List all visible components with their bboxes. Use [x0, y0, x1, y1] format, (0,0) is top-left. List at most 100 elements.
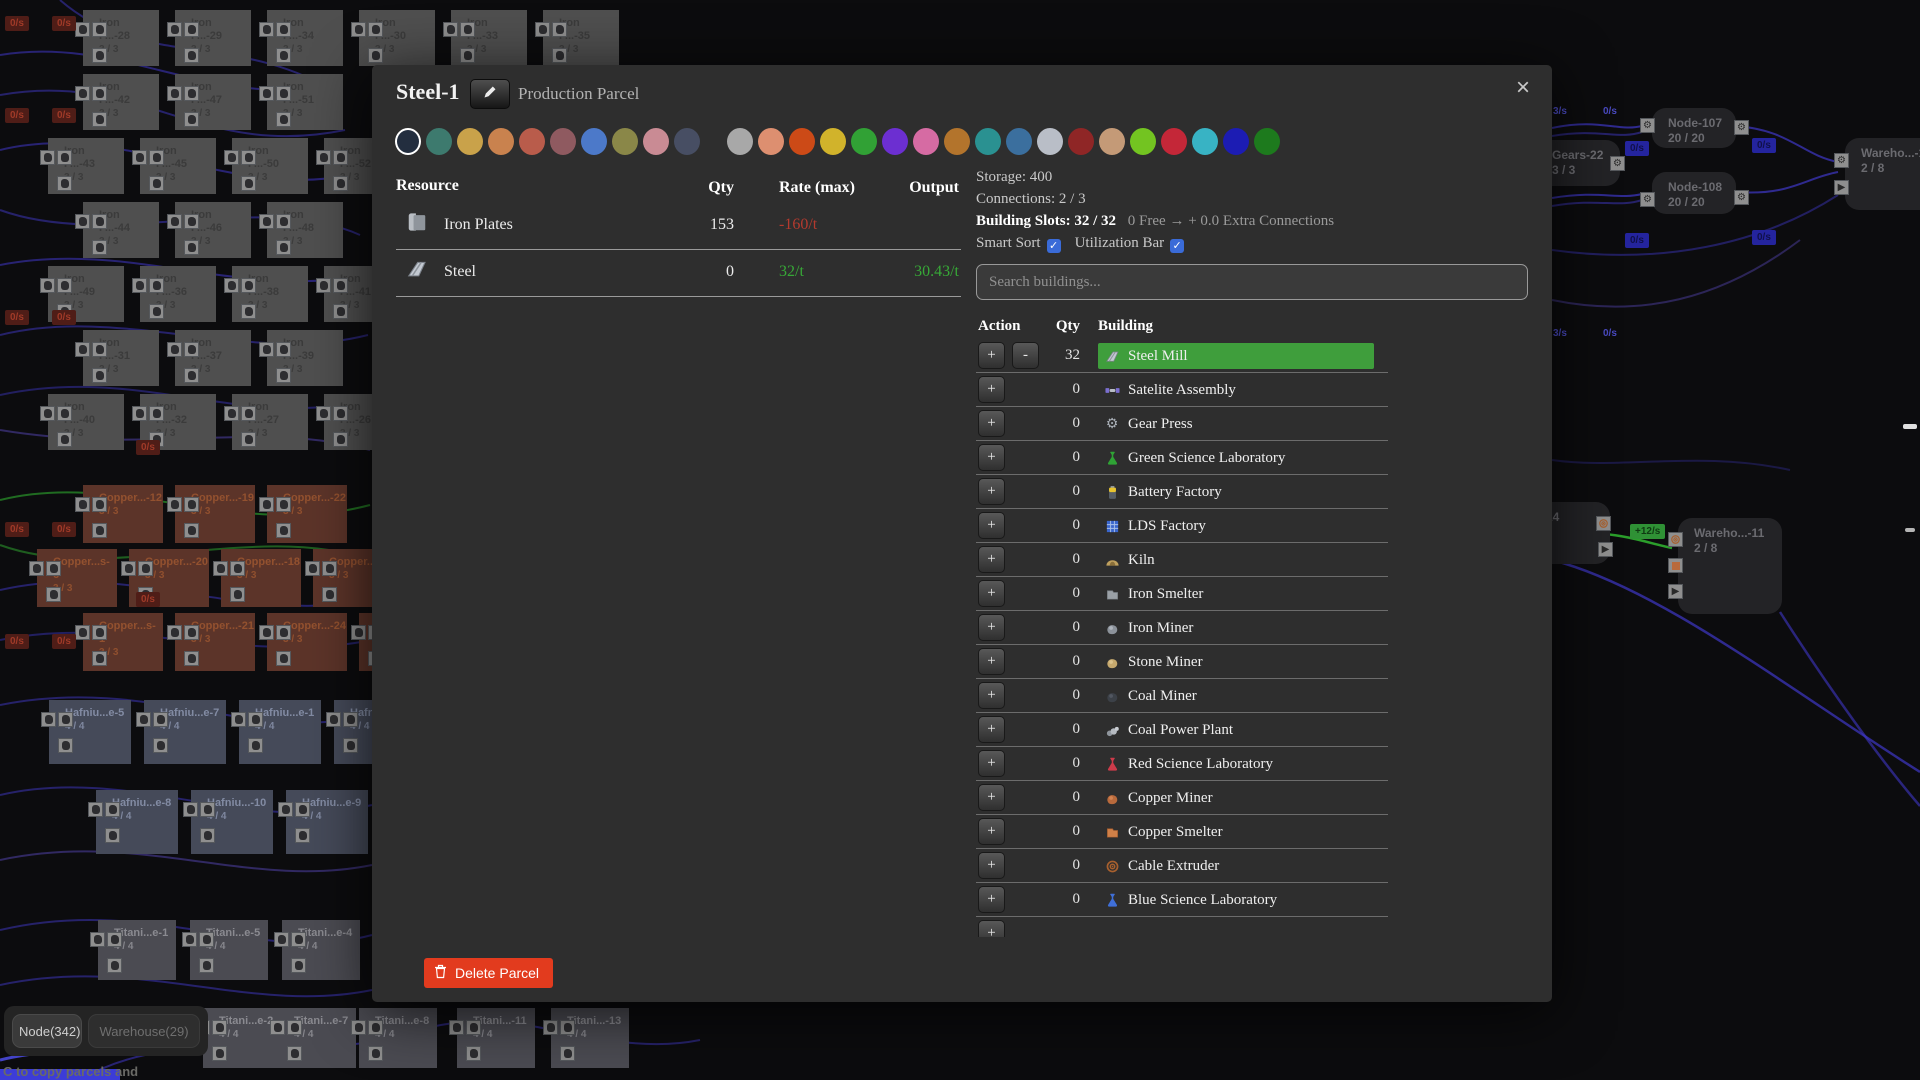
- color-swatch[interactable]: [1006, 128, 1032, 155]
- logistics-node[interactable]: Wareho...-112 / 8: [1678, 518, 1782, 614]
- building-list[interactable]: +-32Steel Mill+0Satelite Assembly+0⚙Gear…: [976, 339, 1388, 937]
- building-cell[interactable]: Stone Miner: [1098, 649, 1374, 675]
- building-cell[interactable]: LDS Factory: [1098, 513, 1374, 539]
- add-building-button[interactable]: +: [978, 716, 1005, 743]
- building-row-kiln[interactable]: +0Kiln: [976, 543, 1388, 577]
- add-building-button[interactable]: +: [978, 444, 1005, 471]
- building-row-satelite-assembly[interactable]: +0Satelite Assembly: [976, 373, 1388, 407]
- add-building-button[interactable]: +: [978, 750, 1005, 777]
- building-cell[interactable]: Coal Miner: [1098, 683, 1374, 709]
- node-count-button[interactable]: Node(342): [12, 1014, 82, 1048]
- building-cell[interactable]: Copper Smelter: [1098, 819, 1374, 845]
- utilization-bar-checkbox[interactable]: ✓: [1170, 239, 1184, 253]
- building-row-cable-extruder[interactable]: +0Cable Extruder: [976, 849, 1388, 883]
- building-row-iron-smelter[interactable]: +0Iron Smelter: [976, 577, 1388, 611]
- color-swatch[interactable]: [1068, 128, 1094, 155]
- color-swatch[interactable]: [727, 128, 753, 155]
- color-swatch[interactable]: [457, 128, 483, 155]
- color-swatch[interactable]: [1192, 128, 1218, 155]
- color-swatch[interactable]: [851, 128, 877, 155]
- color-swatch[interactable]: [395, 128, 421, 155]
- building-cell[interactable]: Copper Miner: [1098, 785, 1374, 811]
- building-cell[interactable]: Blue Science Laboratory: [1098, 887, 1374, 913]
- color-swatch[interactable]: [913, 128, 939, 155]
- edit-name-button[interactable]: [470, 79, 510, 109]
- delete-parcel-button[interactable]: Delete Parcel: [424, 958, 553, 988]
- parcel-node[interactable]: Hafniu...-104 / 4: [191, 790, 273, 854]
- color-swatch[interactable]: [674, 128, 700, 155]
- building-cell[interactable]: Cable Extruder: [1098, 853, 1374, 879]
- building-row-green-science-laboratory[interactable]: +0Green Science Laboratory: [976, 441, 1388, 475]
- color-swatch[interactable]: [1130, 128, 1156, 155]
- color-swatch[interactable]: [426, 128, 452, 155]
- color-swatch[interactable]: [581, 128, 607, 155]
- color-swatch[interactable]: [1254, 128, 1280, 155]
- logistics-node[interactable]: Wareho...-162 / 8: [1845, 138, 1920, 210]
- add-building-button[interactable]: +: [978, 852, 1005, 879]
- add-building-button[interactable]: +: [978, 886, 1005, 913]
- building-row-red-science-laboratory[interactable]: +0Red Science Laboratory: [976, 747, 1388, 781]
- color-swatch[interactable]: [758, 128, 784, 155]
- building-cell[interactable]: Red Science Laboratory: [1098, 751, 1374, 777]
- add-building-button[interactable]: +: [978, 342, 1005, 369]
- search-input[interactable]: [976, 264, 1528, 300]
- building-cell[interactable]: Battery Factory: [1098, 479, 1374, 505]
- building-row-gear-press[interactable]: +0⚙Gear Press: [976, 407, 1388, 441]
- parcel-node[interactable]: Hafniu...e-14 / 4: [239, 700, 321, 764]
- building-cell[interactable]: Coal Power Plant: [1098, 717, 1374, 743]
- close-icon[interactable]: ×: [1510, 73, 1536, 103]
- building-row-blue-science-laboratory[interactable]: +0Blue Science Laboratory: [976, 883, 1388, 917]
- add-building-button[interactable]: +: [978, 784, 1005, 811]
- building-cell[interactable]: ⚙Gear Press: [1098, 411, 1374, 437]
- building-cell[interactable]: Green Science Laboratory: [1098, 445, 1374, 471]
- color-swatch[interactable]: [882, 128, 908, 155]
- smart-sort-checkbox[interactable]: ✓: [1047, 239, 1061, 253]
- building-row-partial[interactable]: +: [976, 917, 1388, 937]
- add-building-button[interactable]: +: [978, 682, 1005, 709]
- building-row-battery-factory[interactable]: +0Battery Factory: [976, 475, 1388, 509]
- color-swatch[interactable]: [612, 128, 638, 155]
- add-building-button[interactable]: +: [978, 546, 1005, 573]
- building-row-iron-miner[interactable]: +0Iron Miner: [976, 611, 1388, 645]
- color-swatch[interactable]: [643, 128, 669, 155]
- building-cell[interactable]: Steel Mill: [1098, 343, 1374, 369]
- building-row-coal-power-plant[interactable]: +0Coal Power Plant: [976, 713, 1388, 747]
- logistics-node[interactable]: Node-10720 / 20: [1652, 108, 1736, 148]
- add-building-button[interactable]: +: [978, 410, 1005, 437]
- add-building-button[interactable]: +: [978, 376, 1005, 403]
- add-building-button[interactable]: +: [978, 648, 1005, 675]
- add-building-button[interactable]: +: [978, 818, 1005, 845]
- remove-building-button[interactable]: -: [1012, 342, 1039, 369]
- color-swatch[interactable]: [1223, 128, 1249, 155]
- building-row-coal-miner[interactable]: +0Coal Miner: [976, 679, 1388, 713]
- logistics-node[interactable]: Node-10820 / 20: [1652, 172, 1736, 214]
- building-cell[interactable]: Kiln: [1098, 547, 1374, 573]
- color-swatch[interactable]: [1099, 128, 1125, 155]
- building-cell[interactable]: Satelite Assembly: [1098, 377, 1374, 403]
- add-building-button[interactable]: +: [978, 580, 1005, 607]
- color-swatch[interactable]: [944, 128, 970, 155]
- add-building-button[interactable]: +: [978, 512, 1005, 539]
- building-row-copper-smelter[interactable]: +0Copper Smelter: [976, 815, 1388, 849]
- color-swatch[interactable]: [975, 128, 1001, 155]
- building-row-copper-miner[interactable]: +0Copper Miner: [976, 781, 1388, 815]
- color-swatch[interactable]: [789, 128, 815, 155]
- parcel-node[interactable]: Hafniu...e-84 / 4: [96, 790, 178, 854]
- add-building-button[interactable]: +: [978, 478, 1005, 505]
- color-swatch[interactable]: [550, 128, 576, 155]
- color-swatch[interactable]: [1161, 128, 1187, 155]
- color-swatch[interactable]: [820, 128, 846, 155]
- building-row-stone-miner[interactable]: +0Stone Miner: [976, 645, 1388, 679]
- building-row-steel-mill[interactable]: +-32Steel Mill: [976, 339, 1388, 373]
- building-cell[interactable]: Iron Miner: [1098, 615, 1374, 641]
- building-row-lds-factory[interactable]: +0LDS Factory: [976, 509, 1388, 543]
- parcel-node[interactable]: Hafniu...e-54 / 4: [49, 700, 131, 764]
- warehouse-count-button[interactable]: Warehouse(29): [88, 1014, 200, 1048]
- parcel-node[interactable]: Hafniu...e-94 / 4: [286, 790, 368, 854]
- color-swatch[interactable]: [488, 128, 514, 155]
- parcel-node[interactable]: Hafniu...e-74 / 4: [144, 700, 226, 764]
- color-swatch[interactable]: [1037, 128, 1063, 155]
- color-swatch[interactable]: [519, 128, 545, 155]
- add-building-button[interactable]: +: [978, 614, 1005, 641]
- building-cell[interactable]: Iron Smelter: [1098, 581, 1374, 607]
